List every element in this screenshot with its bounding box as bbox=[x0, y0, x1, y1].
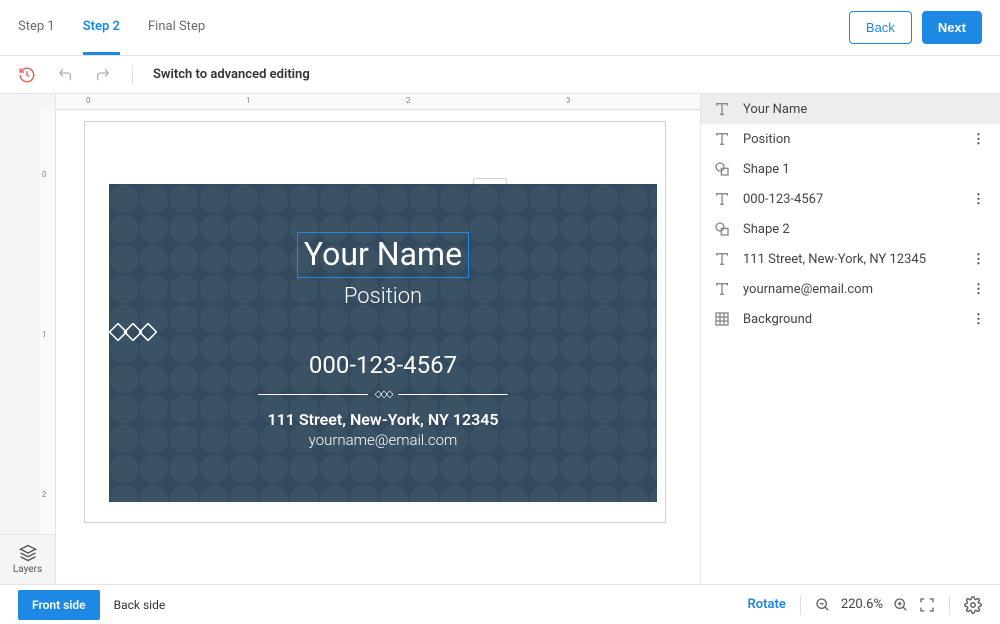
business-card[interactable]: Your Name Position 000-123-4567 ◇◇◇ 111 … bbox=[109, 184, 657, 502]
ruler-tick: 0 bbox=[86, 96, 91, 105]
settings-icon[interactable] bbox=[964, 596, 982, 614]
footer-divider bbox=[800, 595, 801, 615]
layer-row[interactable]: Position ⋮ bbox=[701, 124, 1000, 154]
ruler-tick: 2 bbox=[406, 96, 411, 105]
zoom-controls: 220.6% bbox=[815, 597, 935, 613]
layer-row[interactable]: 000-123-4567 ⋮ bbox=[701, 184, 1000, 214]
advanced-editing-toggle[interactable]: Switch to advanced editing bbox=[153, 67, 310, 82]
text-icon bbox=[713, 190, 731, 208]
ruler-vertical: 0 1 2 bbox=[40, 110, 56, 534]
layer-label: Shape 2 bbox=[743, 222, 988, 237]
step-2[interactable]: Step 2 bbox=[83, 1, 120, 55]
divider-ornament: ◇◇◇ bbox=[109, 389, 657, 400]
footer-right: Rotate 220.6% bbox=[747, 595, 982, 615]
layer-label: Your Name bbox=[743, 102, 988, 117]
ruler-tick: 1 bbox=[42, 330, 47, 339]
back-button[interactable]: Back bbox=[849, 11, 912, 44]
layer-label: Position bbox=[743, 132, 960, 147]
layer-menu-icon[interactable]: ⋮ bbox=[972, 282, 988, 297]
layer-menu-icon[interactable]: ⋮ bbox=[972, 132, 988, 147]
main: 0 1 2 3 0 1 2 Your Name Position 000-123… bbox=[0, 94, 1000, 584]
layer-menu-icon[interactable]: ⋮ bbox=[972, 192, 988, 207]
card-phone[interactable]: 000-123-4567 bbox=[109, 351, 657, 379]
step-1[interactable]: Step 1 bbox=[18, 1, 55, 55]
shape-icon bbox=[713, 220, 731, 238]
ruler-horizontal: 0 1 2 3 bbox=[56, 94, 700, 110]
header-actions: Back Next bbox=[849, 11, 982, 44]
layer-menu-icon[interactable]: ⋮ bbox=[972, 312, 988, 327]
header: Step 1 Step 2 Final Step Back Next bbox=[0, 0, 1000, 56]
next-button[interactable]: Next bbox=[922, 11, 982, 44]
layer-row[interactable]: Shape 1 bbox=[701, 154, 1000, 184]
steps-nav: Step 1 Step 2 Final Step bbox=[18, 1, 205, 55]
layer-menu-icon[interactable]: ⋮ bbox=[972, 252, 988, 267]
ruler-tick: 3 bbox=[566, 96, 571, 105]
shape-icon bbox=[713, 160, 731, 178]
layer-label: Shape 1 bbox=[743, 162, 988, 177]
layer-label: yourname@email.com bbox=[743, 282, 960, 297]
ruler-tick: 2 bbox=[42, 490, 47, 499]
layer-label: Background bbox=[743, 312, 960, 327]
side-switcher: Front side Back side bbox=[18, 590, 179, 620]
canvas-area: 0 1 2 3 0 1 2 Your Name Position 000-123… bbox=[0, 94, 700, 584]
layer-row[interactable]: yourname@email.com ⋮ bbox=[701, 274, 1000, 304]
undo-icon[interactable] bbox=[56, 66, 74, 84]
text-icon bbox=[713, 280, 731, 298]
step-final[interactable]: Final Step bbox=[148, 1, 205, 55]
footer-divider bbox=[949, 595, 950, 615]
text-icon bbox=[713, 130, 731, 148]
layer-label: 000-123-4567 bbox=[743, 192, 960, 207]
layer-row[interactable]: Shape 2 bbox=[701, 214, 1000, 244]
layer-label: 111 Street, New-York, NY 12345 bbox=[743, 252, 960, 267]
toolbar: Switch to advanced editing bbox=[0, 56, 1000, 94]
layer-row[interactable]: 111 Street, New-York, NY 12345 ⋮ bbox=[701, 244, 1000, 274]
layer-row[interactable]: Background ⋮ bbox=[701, 304, 1000, 334]
text-icon bbox=[713, 100, 731, 118]
zoom-out-icon[interactable] bbox=[815, 597, 831, 613]
front-side-tab[interactable]: Front side bbox=[18, 590, 100, 620]
toolbar-divider bbox=[132, 65, 133, 85]
zoom-in-icon[interactable] bbox=[893, 597, 909, 613]
back-side-tab[interactable]: Back side bbox=[100, 590, 180, 620]
footer: Front side Back side Rotate 220.6% bbox=[0, 584, 1000, 624]
text-icon bbox=[713, 250, 731, 268]
history-icon[interactable] bbox=[18, 66, 36, 84]
rotate-button[interactable]: Rotate bbox=[747, 597, 785, 612]
card-name[interactable]: Your Name bbox=[109, 232, 657, 278]
card-address[interactable]: 111 Street, New-York, NY 12345 bbox=[109, 410, 657, 429]
layers-panel: Your Name Position ⋮ Shape 1 000-123-4567 ⋮ Sh… bbox=[700, 94, 1000, 584]
ruler-tick: 0 bbox=[42, 170, 47, 179]
card-email[interactable]: yourname@email.com bbox=[109, 431, 657, 449]
background-icon bbox=[713, 310, 731, 328]
zoom-value: 220.6% bbox=[841, 597, 883, 612]
ruler-tick: 1 bbox=[246, 96, 251, 105]
layers-label: Layers bbox=[13, 564, 42, 575]
canvas-page[interactable]: Your Name Position 000-123-4567 ◇◇◇ 111 … bbox=[85, 122, 665, 522]
layer-row[interactable]: Your Name bbox=[701, 94, 1000, 124]
card-position[interactable]: Position bbox=[109, 284, 657, 309]
redo-icon[interactable] bbox=[94, 66, 112, 84]
ornament-icon bbox=[109, 323, 657, 341]
selected-text[interactable]: Your Name bbox=[297, 232, 469, 278]
fit-screen-icon[interactable] bbox=[919, 597, 935, 613]
layers-toggle-button[interactable]: Layers bbox=[0, 534, 56, 584]
